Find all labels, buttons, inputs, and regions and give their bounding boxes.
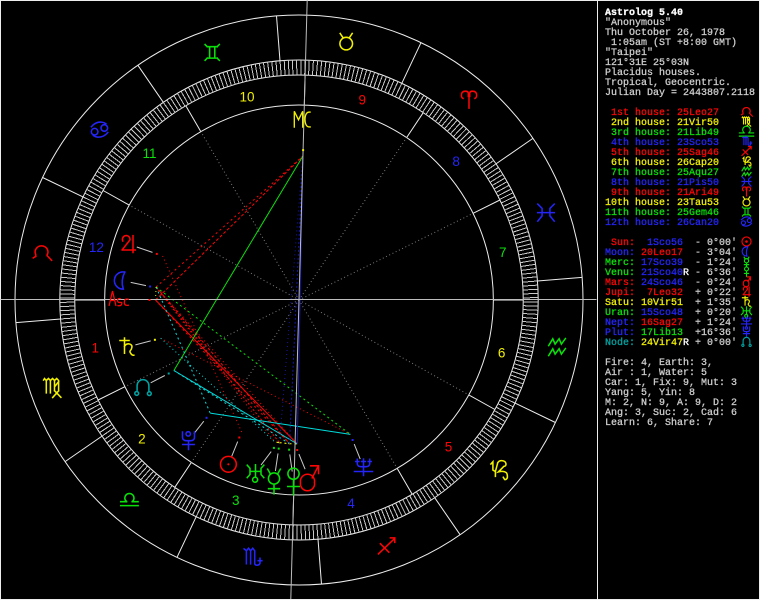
svg-text:Julian Day = 2443807.2118: Julian Day = 2443807.2118	[605, 87, 755, 99]
svg-text:+ 0°00': + 0°00'	[695, 337, 737, 349]
svg-text:5: 5	[445, 440, 453, 455]
svg-text:4: 4	[347, 496, 355, 511]
svg-text:6: 6	[498, 346, 506, 361]
svg-text:1: 1	[91, 341, 99, 356]
svg-text:9: 9	[359, 93, 367, 108]
svg-text:7: 7	[499, 245, 507, 260]
svg-text:Learn: 6, Share: 7: Learn: 6, Share: 7	[605, 417, 713, 429]
svg-text:10: 10	[239, 89, 254, 104]
svg-text:8: 8	[452, 154, 460, 169]
svg-text:11: 11	[142, 146, 156, 161]
svg-text:12th house: 26Can20: 12th house: 26Can20	[605, 217, 719, 229]
svg-text:R: R	[683, 268, 689, 279]
svg-text:Node:: Node:	[605, 337, 635, 349]
svg-text:24Vir47: 24Vir47	[641, 337, 683, 349]
svg-text:3: 3	[232, 493, 240, 508]
svg-text:2: 2	[138, 432, 146, 447]
svg-text:12: 12	[89, 240, 104, 255]
svg-text:R: R	[683, 338, 689, 349]
